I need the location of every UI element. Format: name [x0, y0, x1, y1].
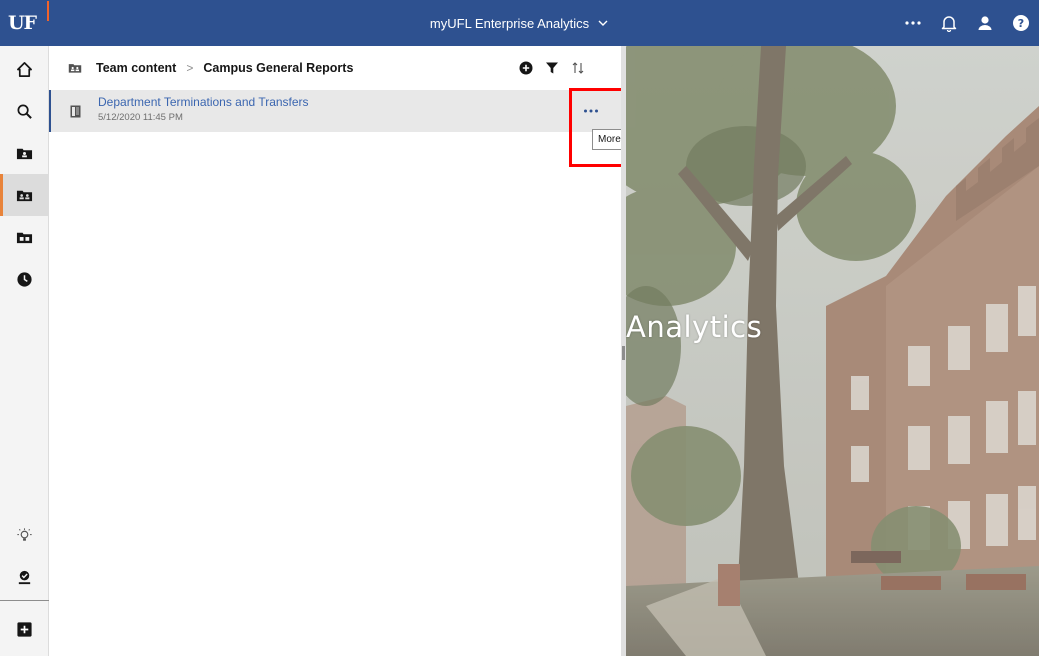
- filter-icon: [546, 62, 558, 74]
- rail-item-samples[interactable]: [0, 216, 49, 258]
- top-bar: UF myUFL Enterprise Analytics ?: [0, 0, 1039, 46]
- rail-item-home[interactable]: [0, 48, 49, 90]
- content-panel: Team content > Campus General Reports De…: [49, 46, 621, 656]
- uf-logo[interactable]: UF: [0, 0, 49, 46]
- filter-button[interactable]: [541, 57, 563, 79]
- team-folder-icon: [16, 190, 33, 201]
- search-icon: [17, 104, 32, 119]
- top-bar-actions: ?: [895, 0, 1039, 46]
- bell-icon[interactable]: [931, 0, 967, 46]
- user-badge-icon: [18, 570, 31, 584]
- left-nav-rail: [0, 46, 49, 656]
- rail-item-profile[interactable]: [0, 556, 49, 598]
- report-icon: [70, 105, 81, 118]
- app-title-wrapper: myUFL Enterprise Analytics: [0, 0, 1039, 46]
- plus-icon: [17, 621, 32, 637]
- home-icon: [17, 61, 32, 77]
- app-switcher[interactable]: myUFL Enterprise Analytics: [430, 16, 609, 31]
- sort-icon: [572, 62, 584, 74]
- lightbulb-icon: [17, 527, 32, 541]
- add-button[interactable]: [515, 57, 537, 79]
- rail-item-ideas[interactable]: [0, 514, 49, 556]
- sort-button[interactable]: [567, 57, 589, 79]
- breadcrumb-separator: >: [186, 61, 194, 75]
- more-horizontal-icon: [584, 109, 598, 113]
- app-root: UF myUFL Enterprise Analytics ? Team con…: [0, 0, 1039, 656]
- user-icon[interactable]: [967, 0, 1003, 46]
- welcome-background-image: [626, 46, 1039, 656]
- add-icon: [519, 61, 533, 75]
- rail-separator: [0, 600, 49, 601]
- samples-folder-icon: [16, 232, 33, 243]
- team-folder-icon: [68, 64, 82, 73]
- list-item-date: 5/12/2020 11:45 PM: [98, 112, 183, 123]
- more-button[interactable]: [578, 102, 604, 120]
- rail-item-recent[interactable]: [0, 258, 49, 300]
- svg-text:?: ?: [1018, 17, 1024, 30]
- help-icon[interactable]: ?: [1003, 0, 1039, 46]
- app-title: myUFL Enterprise Analytics: [429, 15, 590, 31]
- breadcrumb-current: Campus General Reports: [203, 61, 354, 75]
- my-content-folder-icon: [16, 148, 33, 159]
- rail-item-search[interactable]: [0, 90, 49, 132]
- chevron-down-icon: [598, 20, 608, 26]
- welcome-title: Analytics: [626, 310, 763, 344]
- rail-item-new[interactable]: [0, 608, 49, 650]
- uf-logo-text: UF: [7, 12, 37, 34]
- campus-photo: [626, 46, 1039, 656]
- list-item-title[interactable]: Department Terminations and Transfers: [98, 95, 309, 109]
- breadcrumb-root[interactable]: Team content: [96, 61, 176, 75]
- resize-grip: [622, 346, 625, 360]
- clock-icon: [17, 271, 32, 287]
- more-horizontal-icon[interactable]: [895, 0, 931, 46]
- uf-logo-accent: [47, 1, 49, 21]
- rail-item-my-content[interactable]: [0, 132, 49, 174]
- list-item[interactable]: Department Terminations and Transfers 5/…: [49, 90, 621, 132]
- content-toolbar: [515, 46, 589, 90]
- rail-item-team-content[interactable]: [0, 174, 49, 216]
